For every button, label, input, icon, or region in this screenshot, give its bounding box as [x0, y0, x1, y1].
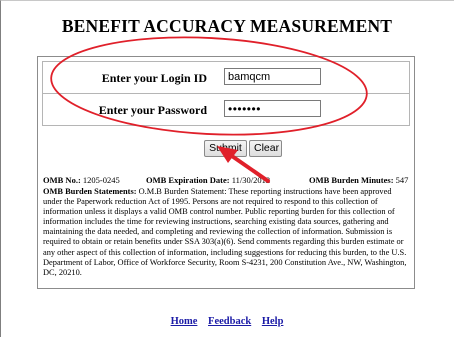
footer-link-help[interactable]: Help	[262, 316, 284, 327]
password-row: Enter your Password	[43, 94, 409, 125]
login-panel: Enter your Login ID Enter your Password …	[37, 56, 415, 289]
submit-button[interactable]: Submit	[204, 140, 247, 157]
omb-expiration: OMB Expiration Date: 11/30/2012	[146, 175, 270, 185]
omb-burden-minutes-label: OMB Burden Minutes:	[309, 175, 394, 185]
login-id-input[interactable]	[224, 68, 321, 85]
omb-burden-minutes: OMB Burden Minutes: 547	[309, 175, 408, 185]
footer-link-feedback[interactable]: Feedback	[208, 316, 251, 327]
omb-statement-text: O.M.B Burden Statement: These reporting …	[43, 187, 407, 277]
login-id-row: Enter your Login ID	[43, 62, 409, 94]
password-label: Enter your Password	[98, 103, 207, 117]
omb-number: OMB No.: 1205-0245	[43, 175, 120, 185]
login-form-table: Enter your Login ID Enter your Password	[42, 61, 410, 126]
omb-number-value: 1205-0245	[82, 175, 120, 185]
footer-nav: Home Feedback Help	[0, 316, 454, 327]
omb-burden-statement: OMB Burden Statements: O.M.B Burden Stat…	[43, 187, 409, 278]
omb-burden-minutes-value: 547	[395, 175, 409, 185]
password-input[interactable]	[224, 100, 321, 117]
omb-expiration-value: 11/30/2012	[231, 175, 271, 185]
omb-expiration-label: OMB Expiration Date:	[146, 175, 230, 185]
omb-number-label: OMB No.:	[43, 175, 81, 185]
login-id-label: Enter your Login ID	[101, 71, 207, 85]
page-title: BENEFIT ACCURACY MEASUREMENT	[61, 16, 393, 36]
clear-button[interactable]: Clear	[249, 140, 282, 157]
footer-link-home[interactable]: Home	[171, 316, 198, 327]
omb-statement-label: OMB Burden Statements:	[43, 187, 137, 196]
